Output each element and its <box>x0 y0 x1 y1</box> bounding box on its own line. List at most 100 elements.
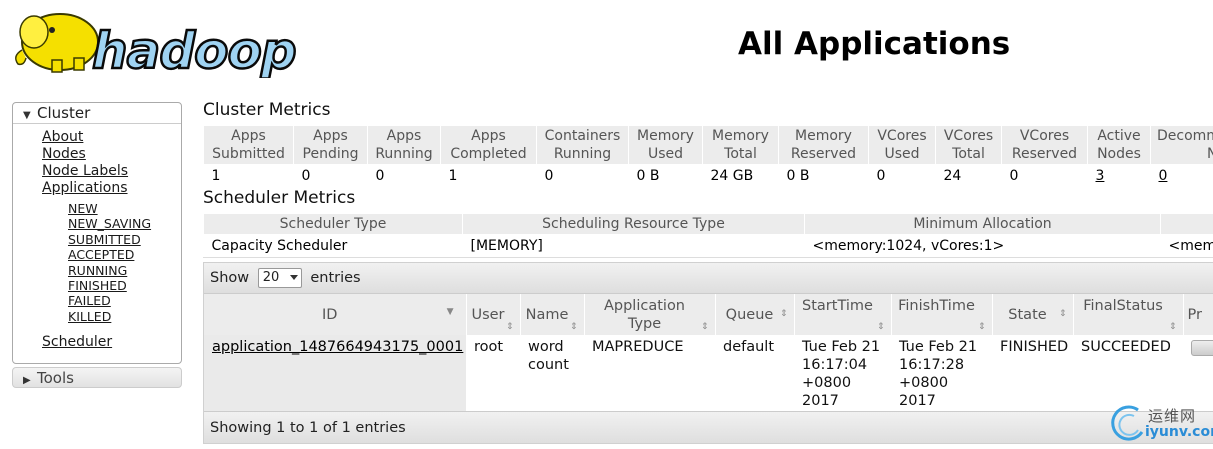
metrics-header: Memory Reserved <box>778 125 869 165</box>
nav-nodes[interactable]: Nodes <box>42 146 86 163</box>
app-user: root <box>474 339 504 355</box>
nav-scheduler[interactable]: Scheduler <box>42 334 112 351</box>
scheduler-header <box>1160 213 1213 235</box>
show-label: Show <box>210 270 250 286</box>
memory-used-value: 0 B <box>628 164 703 187</box>
app-type: MAPREDUCE <box>592 339 684 355</box>
metrics-header: VCores Reserved <box>1001 125 1088 165</box>
cluster-accordion-header[interactable]: ▼ Cluster <box>13 103 181 124</box>
nav-state-running[interactable]: RUNNING <box>68 263 127 278</box>
metrics-header: Active Nodes <box>1087 125 1151 165</box>
progress-bar <box>1191 340 1213 356</box>
apps-running-value: 0 <box>367 164 441 187</box>
metrics-header: Apps Running <box>367 125 441 165</box>
nav-about[interactable]: About <box>42 129 83 146</box>
containers-running-value: 0 <box>536 164 629 187</box>
vcores-total-value: 24 <box>935 164 1002 187</box>
watermark: 运维网 iyunv.com <box>1108 402 1213 444</box>
col-state[interactable]: State ⇕ <box>992 294 1074 335</box>
metrics-header: Apps Pending <box>293 125 368 165</box>
metrics-header: Memory Total <box>702 125 779 165</box>
entries-label: entries <box>310 270 361 286</box>
watermark-domain: iyunv.com <box>1145 424 1213 440</box>
maximum-allocation-value: <mem <box>1160 234 1213 257</box>
nav-state-new[interactable]: NEW <box>68 201 98 216</box>
sort-icon: ⇕ <box>700 322 709 332</box>
logo-text: hadoop <box>92 22 296 78</box>
scheduler-metrics-title: Scheduler Metrics <box>203 188 356 208</box>
metrics-header: DecommNod <box>1150 125 1213 165</box>
vcores-used-value: 0 <box>868 164 936 187</box>
metrics-header: Apps Submitted <box>203 125 294 165</box>
nav-node-labels[interactable]: Node Labels <box>42 163 128 180</box>
app-name: word count <box>528 339 569 373</box>
col-user[interactable]: User ⇕ <box>466 294 521 335</box>
tools-label: Tools <box>37 369 74 387</box>
metrics-header: VCores Used <box>868 125 936 165</box>
scheduler-metrics-table: Scheduler Type Scheduling Resource Type … <box>203 213 1213 258</box>
cluster-label: Cluster <box>37 104 91 122</box>
cluster-metrics-table: Apps Submitted Apps Pending Apps Running Ap… <box>203 125 1213 188</box>
watermark-swirl-icon <box>1111 405 1144 441</box>
app-queue: default <box>723 339 775 355</box>
sort-icon: ⇕ <box>977 322 986 332</box>
table-row: application_1487664943175_0001 root word… <box>204 335 1213 413</box>
sort-icon: ⇕ <box>505 322 514 332</box>
application-id-link[interactable]: application_1487664943175_0001 <box>212 339 463 355</box>
watermark-text: 运维网 <box>1148 407 1197 425</box>
sort-icon: ⇕ <box>876 322 885 332</box>
col-id[interactable]: ID ▼ <box>204 294 467 335</box>
nav-state-killed[interactable]: KILLED <box>68 309 111 324</box>
nav-state-new-saving[interactable]: NEW_SAVING <box>68 216 151 231</box>
apps-completed-value: 1 <box>440 164 537 187</box>
sort-desc-icon: ▼ <box>446 307 454 317</box>
app-state: FINISHED <box>1000 339 1069 355</box>
metrics-header: Apps Completed <box>440 125 537 165</box>
metrics-header: Containers Running <box>536 125 629 165</box>
hadoop-logo: hadoop <box>12 6 314 81</box>
sort-icon: ⇕ <box>1058 309 1067 319</box>
page-size-select[interactable]: 20 <box>257 268 302 288</box>
scheduling-resource-type-value: [MEMORY] <box>462 234 805 257</box>
decommissioned-nodes-link[interactable]: 0 <box>1159 168 1168 184</box>
col-application-type[interactable]: Application Type ⇕ <box>584 294 716 335</box>
nav-state-finished[interactable]: FINISHED <box>68 278 127 293</box>
col-name[interactable]: Name ⇕ <box>520 294 585 335</box>
memory-reserved-value: 0 B <box>778 164 869 187</box>
sort-icon: ⇕ <box>779 309 788 319</box>
nav-applications[interactable]: Applications <box>42 180 128 197</box>
col-finalstatus[interactable]: FinalStatus ⇕ <box>1073 294 1184 335</box>
col-starttime[interactable]: StartTime ⇕ <box>794 294 892 335</box>
sort-icon: ⇕ <box>1168 322 1177 332</box>
col-progress[interactable]: Pr <box>1183 294 1213 335</box>
active-nodes-link[interactable]: 3 <box>1096 168 1105 184</box>
app-starttime: Tue Feb 21 16:17:04 +0800 2017 <box>802 339 881 409</box>
apps-header-row: ID ▼ User ⇕ Name ⇕ Application Type ⇕ Queue ⇕ … <box>204 294 1213 335</box>
metrics-header: Memory Used <box>628 125 703 165</box>
nav-state-accepted[interactable]: ACCEPTED <box>68 247 134 262</box>
col-finishtime[interactable]: FinishTime ⇕ <box>891 294 993 335</box>
app-finishtime: Tue Feb 21 16:17:28 +0800 2017 <box>899 339 978 409</box>
sort-icon: ⇕ <box>569 322 578 332</box>
memory-total-value: 24 GB <box>702 164 779 187</box>
apps-submitted-value: 1 <box>203 164 294 187</box>
triangle-right-icon: ▶ <box>23 375 31 386</box>
scheduler-header: Scheduling Resource Type <box>462 213 805 235</box>
triangle-down-icon: ▼ <box>23 110 31 121</box>
apps-pending-value: 0 <box>293 164 368 187</box>
applications-datatable: Show 20 entries ID ▼ User ⇕ Name ⇕ Applicat… <box>203 262 1213 444</box>
nav-state-failed[interactable]: FAILED <box>68 293 111 308</box>
page-title: All Applications <box>738 26 1011 62</box>
datatable-info: Showing 1 to 1 of 1 entries <box>204 411 1213 443</box>
dropdown-arrow-icon <box>289 275 298 280</box>
scheduler-header: Minimum Allocation <box>804 213 1161 235</box>
vcores-reserved-value: 0 <box>1001 164 1088 187</box>
tools-accordion-header[interactable]: ▶ Tools <box>12 367 182 388</box>
scheduler-type-value: Capacity Scheduler <box>203 234 463 257</box>
metrics-header: VCores Total <box>935 125 1002 165</box>
sidebar: ▼ Cluster About Nodes Node Labels Applica… <box>12 102 182 364</box>
col-queue[interactable]: Queue ⇕ <box>715 294 795 335</box>
cluster-metrics-title: Cluster Metrics <box>203 100 331 120</box>
nav-state-submitted[interactable]: SUBMITTED <box>68 232 141 247</box>
scheduler-header: Scheduler Type <box>203 213 463 235</box>
